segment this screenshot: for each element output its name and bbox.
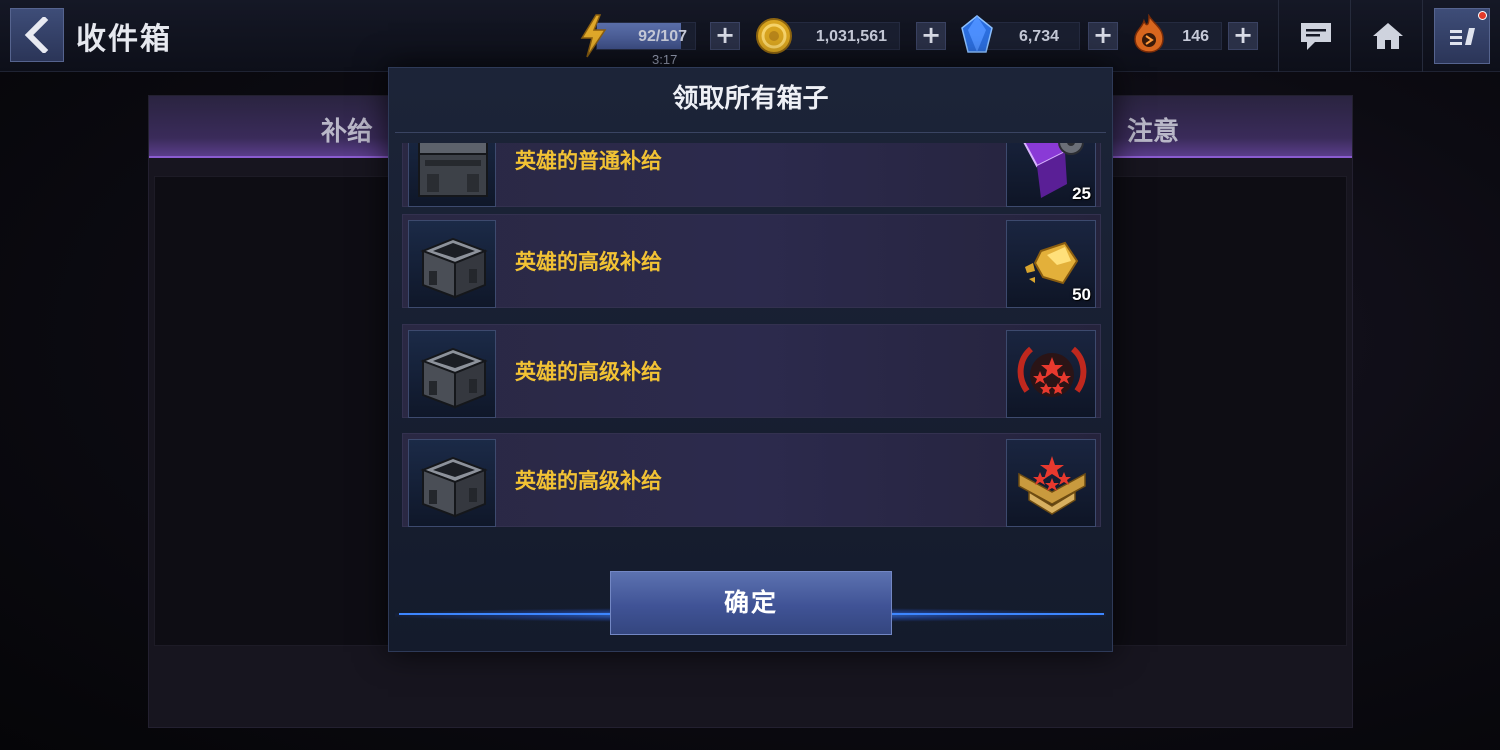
menu-button[interactable]	[1434, 8, 1490, 64]
chat-bubble-icon	[1301, 23, 1331, 50]
notification-dot	[1478, 11, 1487, 20]
item-label: 英雄的高级补给	[515, 469, 662, 493]
lightning-icon	[580, 14, 607, 58]
supply-crate-icon	[408, 439, 496, 527]
item-label: 英雄的普通补给	[515, 149, 662, 173]
title-divider	[395, 132, 1106, 133]
five-star-laurel-icon	[1017, 346, 1087, 397]
divider	[1350, 0, 1351, 72]
divider	[1278, 0, 1279, 72]
fire-value: 146	[1182, 28, 1209, 45]
crystal-plus-button[interactable]: +	[1088, 22, 1118, 50]
list-item: 英雄的高级补给	[402, 324, 1101, 418]
energy-timer: 3:17	[652, 52, 678, 67]
divider	[1422, 0, 1423, 72]
list-item: 英雄的高级补给	[402, 433, 1101, 527]
reward-slot: 50	[1006, 220, 1096, 308]
gold-value: 1,031,561	[815, 28, 887, 45]
claim-all-dialog: 领取所有箱子 英雄的普通补给 25 英雄的高级补给 50 英雄的高级补给 英雄的…	[388, 67, 1113, 652]
supply-crate-icon	[408, 220, 496, 308]
tab-notice[interactable]: 注意	[1127, 111, 1179, 148]
page-title: 收件箱	[76, 22, 172, 57]
flame-token-icon	[1134, 14, 1164, 53]
crystal-value: 6,734	[1018, 28, 1059, 45]
reward-quantity: 25	[1072, 184, 1091, 203]
dialog-title: 领取所有箱子	[672, 84, 829, 114]
reward-quantity: 50	[1072, 285, 1091, 304]
list-item: 英雄的高级补给 50	[402, 214, 1101, 308]
home-button[interactable]	[1360, 8, 1416, 64]
home-icon	[1373, 23, 1403, 49]
reward-slot	[1006, 439, 1096, 527]
top-bar: 收件箱 92/107 + 3:17 1,031,561 + 6,734 + 14…	[0, 0, 1500, 72]
item-label: 英雄的高级补给	[515, 360, 662, 384]
blue-crystal-icon	[961, 15, 993, 53]
energy-plus-button[interactable]: +	[710, 22, 740, 50]
chat-button[interactable]	[1288, 8, 1344, 64]
list-item: 英雄的普通补给 25	[402, 143, 1101, 207]
back-button[interactable]	[10, 8, 64, 62]
star-rank-chevron-icon	[1018, 456, 1086, 515]
reward-slot: 25	[1006, 143, 1096, 207]
energy-bar: 92/107	[596, 22, 696, 50]
chevron-left-icon	[24, 17, 49, 53]
reward-list[interactable]: 英雄的普通补给 25 英雄的高级补给 50 英雄的高级补给 英雄的高级补给	[397, 143, 1106, 613]
gold-coin-icon	[756, 18, 792, 54]
menu-icon	[1450, 28, 1475, 45]
reward-slot	[1006, 330, 1096, 418]
tab-supply[interactable]: 补给	[321, 111, 373, 148]
energy-value: 92/107	[638, 28, 687, 45]
confirm-button[interactable]: 确定	[610, 571, 892, 635]
supply-crate-icon	[408, 330, 496, 418]
gold-plus-button[interactable]: +	[916, 22, 946, 50]
fire-plus-button[interactable]: +	[1228, 22, 1258, 50]
supply-crate-icon	[408, 143, 496, 207]
item-label: 英雄的高级补给	[515, 250, 662, 274]
